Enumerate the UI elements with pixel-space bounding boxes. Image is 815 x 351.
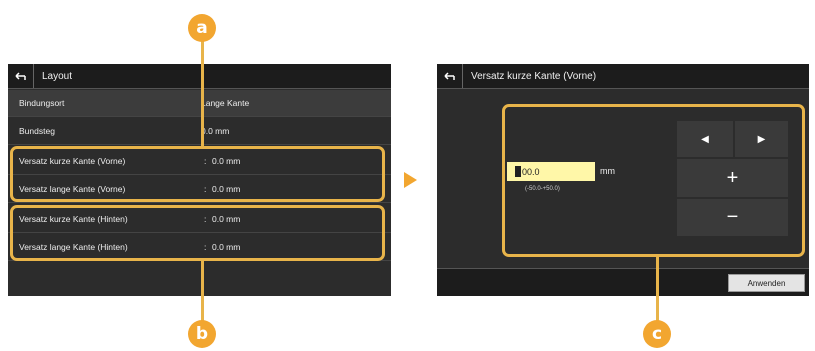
- apply-label: Anwenden: [747, 278, 786, 288]
- callout-b-leader: [201, 259, 204, 325]
- back-arrow-icon: [14, 72, 26, 80]
- callout-c-leader: [656, 255, 659, 325]
- callout-a-leader: [201, 36, 204, 148]
- highlight-box-a: [10, 146, 385, 202]
- setting-label: Bundsteg: [19, 126, 55, 136]
- back-arrow-icon: [443, 72, 455, 80]
- bottom-bar: Anwenden: [437, 268, 809, 296]
- title-bar: Versatz kurze Kante (Vorne): [437, 64, 809, 89]
- setting-row-bundsteg[interactable]: Bundsteg 0.0 mm: [8, 118, 391, 145]
- page-title: Versatz kurze Kante (Vorne): [471, 70, 597, 82]
- highlight-box-c: [502, 104, 805, 257]
- highlight-box-b: [10, 205, 385, 261]
- triangle-arrow-icon: [404, 172, 417, 188]
- back-button[interactable]: [437, 64, 463, 88]
- setting-value: 0.0 mm: [201, 126, 230, 136]
- back-button[interactable]: [8, 64, 34, 88]
- setting-row-bindungsort[interactable]: Bindungsort Lange Kante: [8, 90, 391, 117]
- callout-c-badge: c: [643, 320, 671, 348]
- callout-a-badge: a: [188, 14, 216, 42]
- callout-b-badge: b: [188, 320, 216, 348]
- setting-label: Bindungsort: [19, 98, 65, 108]
- page-title: Layout: [42, 70, 73, 82]
- title-bar: Layout: [8, 64, 391, 89]
- setting-value: Lange Kante: [201, 98, 250, 108]
- apply-button[interactable]: Anwenden: [728, 274, 805, 292]
